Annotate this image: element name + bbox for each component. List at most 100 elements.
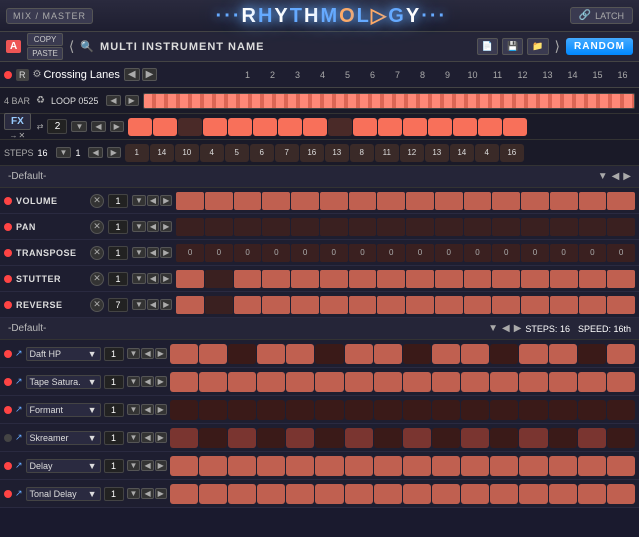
formant-left[interactable]: ◀ (141, 404, 153, 415)
steps-prev-btn[interactable]: ◀ (88, 147, 102, 158)
section-right-arrow[interactable]: ▶ (623, 171, 631, 182)
transpose-down-arrow[interactable]: ▼ (132, 247, 146, 258)
rc-4[interactable] (262, 296, 290, 314)
fc-9[interactable] (403, 400, 431, 420)
pan-down-arrow[interactable]: ▼ (132, 221, 146, 232)
tc-6[interactable]: 0 (320, 244, 348, 262)
snc-9[interactable]: 13 (325, 144, 349, 162)
dc-1[interactable] (170, 456, 198, 476)
tsc-3[interactable] (228, 372, 256, 392)
formant-right[interactable]: ▶ (155, 404, 167, 415)
pc-5[interactable] (291, 218, 319, 236)
tdlc-16[interactable] (607, 484, 635, 504)
tsc-13[interactable] (519, 372, 547, 392)
snc-1[interactable]: 1 (125, 144, 149, 162)
paste-button[interactable]: PASTE (27, 47, 63, 60)
pc-15[interactable] (579, 218, 607, 236)
volume-right-arrow[interactable]: ▶ (160, 195, 172, 206)
pc-2[interactable] (205, 218, 233, 236)
tsc-14[interactable] (549, 372, 577, 392)
tc-11[interactable]: 0 (464, 244, 492, 262)
tsc-1[interactable] (170, 372, 198, 392)
fx-cell-13[interactable] (428, 118, 452, 136)
lane-next-arrow[interactable]: ▶ (142, 68, 158, 81)
dc-6[interactable] (315, 456, 343, 476)
skc-6[interactable] (315, 428, 343, 448)
dhc-6[interactable] (315, 344, 343, 364)
tsc-6[interactable] (315, 372, 343, 392)
pc-7[interactable] (349, 218, 377, 236)
dhc-16[interactable] (607, 344, 635, 364)
pc-1[interactable] (176, 218, 204, 236)
skreamer-right[interactable]: ▶ (155, 432, 167, 443)
dhc-11[interactable] (461, 344, 489, 364)
fc-15[interactable] (578, 400, 606, 420)
vc-15[interactable] (579, 192, 607, 210)
right-angle-button[interactable]: ⟩ (555, 38, 560, 55)
dafthp-left[interactable]: ◀ (141, 348, 153, 359)
stutter-x-btn[interactable]: ✕ (90, 272, 104, 286)
dhc-8[interactable] (374, 344, 402, 364)
pc-12[interactable] (492, 218, 520, 236)
dc-7[interactable] (345, 456, 373, 476)
dc-13[interactable] (519, 456, 547, 476)
vc-2[interactable] (205, 192, 233, 210)
dc-9[interactable] (403, 456, 431, 476)
volume-down-arrow[interactable]: ▼ (132, 195, 146, 206)
fc-16[interactable] (607, 400, 635, 420)
tc-14[interactable]: 0 (550, 244, 578, 262)
tc-15[interactable]: 0 (579, 244, 607, 262)
tc-16[interactable]: 0 (607, 244, 635, 262)
skreamer-left[interactable]: ◀ (141, 432, 153, 443)
bottom-right-arrow[interactable]: ▶ (514, 323, 522, 334)
dafthp-down[interactable]: ▼ (127, 348, 141, 359)
skc-16[interactable] (607, 428, 635, 448)
copy-button[interactable]: COPY (27, 33, 63, 46)
delay-right[interactable]: ▶ (155, 460, 167, 471)
tape-dropdown[interactable]: Tape Satura.▼ (26, 375, 101, 389)
skc-12[interactable] (490, 428, 518, 448)
snc-2[interactable]: 14 (150, 144, 174, 162)
fc-12[interactable] (490, 400, 518, 420)
vc-4[interactable] (262, 192, 290, 210)
fc-1[interactable] (170, 400, 198, 420)
rc-6[interactable] (320, 296, 348, 314)
rc-3[interactable] (234, 296, 262, 314)
bottom-left-arrow[interactable]: ◀ (502, 323, 510, 334)
sc-9[interactable] (406, 270, 434, 288)
vc-6[interactable] (320, 192, 348, 210)
fx-cell-12[interactable] (403, 118, 427, 136)
dc-16[interactable] (607, 456, 635, 476)
rc-16[interactable] (607, 296, 635, 314)
skc-2[interactable] (199, 428, 227, 448)
tsc-12[interactable] (490, 372, 518, 392)
sc-4[interactable] (262, 270, 290, 288)
tc-10[interactable]: 0 (435, 244, 463, 262)
loop-prev-btn[interactable]: ◀ (106, 95, 120, 106)
skreamer-down[interactable]: ▼ (127, 432, 141, 443)
tc-1[interactable]: 0 (176, 244, 204, 262)
skc-15[interactable] (578, 428, 606, 448)
dc-2[interactable] (199, 456, 227, 476)
fc-11[interactable] (461, 400, 489, 420)
pan-right-arrow[interactable]: ▶ (160, 221, 172, 232)
dc-4[interactable] (257, 456, 285, 476)
tape-left[interactable]: ◀ (141, 376, 153, 387)
dhc-13[interactable] (519, 344, 547, 364)
sc-13[interactable] (521, 270, 549, 288)
tonal-down[interactable]: ▼ (127, 488, 141, 499)
dhc-9[interactable] (403, 344, 431, 364)
fx-cell-16[interactable] (503, 118, 527, 136)
fx-cell-14[interactable] (453, 118, 477, 136)
tape-right[interactable]: ▶ (155, 376, 167, 387)
pc-10[interactable] (435, 218, 463, 236)
sc-15[interactable] (579, 270, 607, 288)
skc-9[interactable] (403, 428, 431, 448)
vc-3[interactable] (234, 192, 262, 210)
fc-5[interactable] (286, 400, 314, 420)
dc-14[interactable] (549, 456, 577, 476)
random-button[interactable]: RANDOM (566, 38, 633, 55)
tsc-15[interactable] (578, 372, 606, 392)
tc-8[interactable]: 0 (377, 244, 405, 262)
skc-4[interactable] (257, 428, 285, 448)
